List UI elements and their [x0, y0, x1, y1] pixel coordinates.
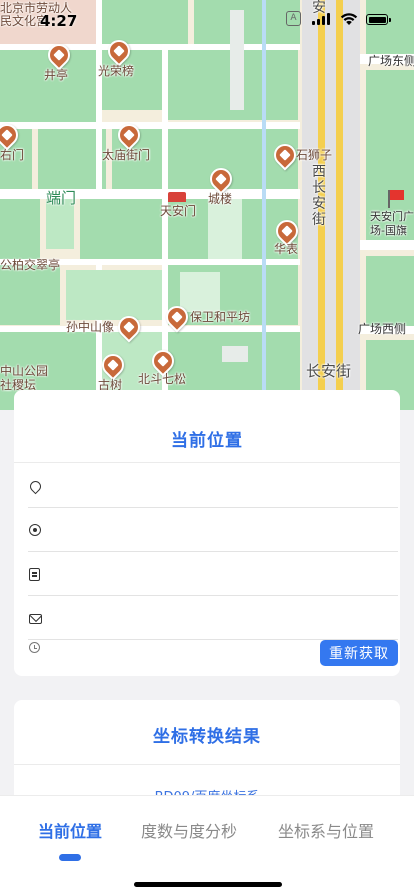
- map-label-baowei: 保卫和平坊: [190, 310, 251, 324]
- cellular-signal-icon: [312, 13, 330, 25]
- current-location-card: 当前位置 重新获取: [14, 390, 400, 676]
- card-divider: [14, 462, 400, 463]
- location-indicator-icon: A: [286, 11, 301, 26]
- map-label-beidou: 北斗七松: [138, 372, 187, 386]
- national-flag-icon[interactable]: [388, 190, 404, 208]
- tab-current-location[interactable]: 当前位置: [38, 818, 102, 842]
- location-row-postal[interactable]: [28, 596, 398, 640]
- map-label-sun-statue: 孙中山像: [66, 320, 115, 334]
- map-label-guangrongbang: 光荣榜: [98, 64, 135, 78]
- tiananmen-gate-icon[interactable]: [168, 192, 186, 202]
- location-row-coordinates[interactable]: [28, 508, 398, 552]
- tab-degree-conversion[interactable]: 度数与度分秒: [141, 818, 237, 842]
- map-block: [366, 256, 414, 326]
- card-divider: [14, 764, 400, 765]
- map-block: [80, 199, 162, 259]
- location-row-detail[interactable]: [28, 552, 398, 596]
- clock-icon: [29, 642, 40, 653]
- map-block: [66, 270, 162, 320]
- tab-coordinate-system[interactable]: 坐标系与位置: [278, 818, 374, 842]
- home-indicator[interactable]: [134, 882, 282, 887]
- map-road: [0, 189, 300, 199]
- map-label-zhongshan-park: 中山公园: [0, 364, 49, 378]
- map-label-flag-square: 天安门广场-国旗: [370, 210, 414, 237]
- map-plaza: [222, 346, 248, 362]
- document-icon: [29, 568, 40, 581]
- conversion-result-title: 坐标转换结果: [153, 727, 261, 747]
- map-label-changan: 长安街: [306, 362, 352, 380]
- map-canal: [262, 0, 266, 410]
- map-road: [0, 122, 300, 129]
- envelope-icon: [29, 614, 42, 624]
- map-label-square-west: 广场西侧: [358, 322, 407, 336]
- map-label-left-gate: 右门: [0, 148, 25, 162]
- map-avenue: [302, 0, 360, 410]
- map-label-jingting: 井亭: [44, 68, 69, 82]
- map-view[interactable]: 北京市劳动人民文化宫 井亭 光荣榜 广场东侧 右门 太庙街门 石狮子 西长安街 …: [0, 0, 414, 410]
- map-block: [0, 50, 96, 122]
- map-label-chenglou: 城楼: [208, 192, 233, 206]
- map-label-taimiao-gate: 太庙街门: [102, 148, 151, 162]
- map-block: [0, 199, 40, 259]
- status-time: 4:27: [40, 12, 78, 30]
- map-plaza: [208, 199, 242, 259]
- location-row-address[interactable]: [27, 464, 398, 508]
- map-label-shishizi: 石狮子: [296, 148, 333, 162]
- map-plaza: [180, 272, 220, 312]
- bottom-tab-bar: 当前位置 度数与度分秒 坐标系与位置: [0, 796, 414, 896]
- map-label-baijiaocui: 公柏交翠亭: [0, 258, 61, 272]
- map-block: [0, 265, 60, 325]
- wifi-icon: [340, 13, 358, 25]
- map-label-xichangan: 西长安街: [312, 164, 326, 228]
- refresh-location-button[interactable]: 重新获取: [320, 640, 398, 666]
- map-label-duanmen: 端门: [46, 189, 77, 207]
- status-bar: 4:27 A: [0, 0, 414, 44]
- location-row-time: 重新获取: [28, 636, 398, 670]
- current-location-title: 当前位置: [171, 431, 243, 451]
- location-pin-icon: [27, 478, 44, 495]
- battery-icon: [366, 14, 391, 25]
- map-label-huabiao: 华表: [274, 242, 299, 256]
- target-icon: [29, 524, 41, 536]
- map-label-square-east: 广场东侧: [368, 54, 414, 68]
- map-avenue-stripe: [336, 0, 343, 410]
- map-label-tiananmen: 天安门: [160, 204, 197, 218]
- map-road: [360, 240, 414, 250]
- active-tab-indicator: [59, 854, 81, 861]
